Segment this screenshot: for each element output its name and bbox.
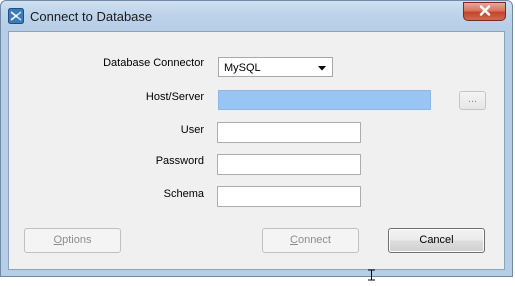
connect-button-label: onnect (297, 234, 331, 246)
connect-button-mnemonic: C (290, 234, 298, 246)
user-label: User (180, 124, 204, 136)
database-connector-select[interactable]: MySQL (218, 57, 333, 77)
database-connector-value: MySQL (224, 62, 261, 74)
database-connector-label: Database Connector (103, 57, 204, 69)
browse-host-button[interactable]: ... (459, 91, 486, 110)
schema-input[interactable] (217, 186, 361, 207)
user-input[interactable] (217, 122, 361, 143)
schema-label: Schema (163, 188, 204, 200)
window-title: Connect to Database (30, 9, 153, 24)
cancel-button[interactable]: Cancel (388, 228, 485, 253)
dropdown-arrow-icon (316, 62, 328, 74)
password-label: Password (155, 155, 204, 167)
resize-cursor-icon (367, 268, 376, 281)
host-server-input[interactable] (218, 90, 431, 110)
options-button[interactable]: Options (24, 228, 121, 253)
options-button-label: ptions (62, 234, 92, 246)
host-server-label: Host/Server (145, 91, 204, 103)
close-button[interactable] (463, 2, 506, 21)
close-icon (479, 3, 491, 21)
database-app-icon (8, 8, 24, 24)
connect-button[interactable]: Connect (262, 228, 359, 253)
options-button-mnemonic: O (53, 234, 63, 246)
password-input[interactable] (217, 154, 361, 175)
dialog-body: Database Connector MySQL Host/Server ...… (8, 31, 505, 270)
connect-dialog-window: Connect to Database Database Connector M… (0, 0, 513, 281)
title-bar[interactable]: Connect to Database (1, 1, 512, 31)
